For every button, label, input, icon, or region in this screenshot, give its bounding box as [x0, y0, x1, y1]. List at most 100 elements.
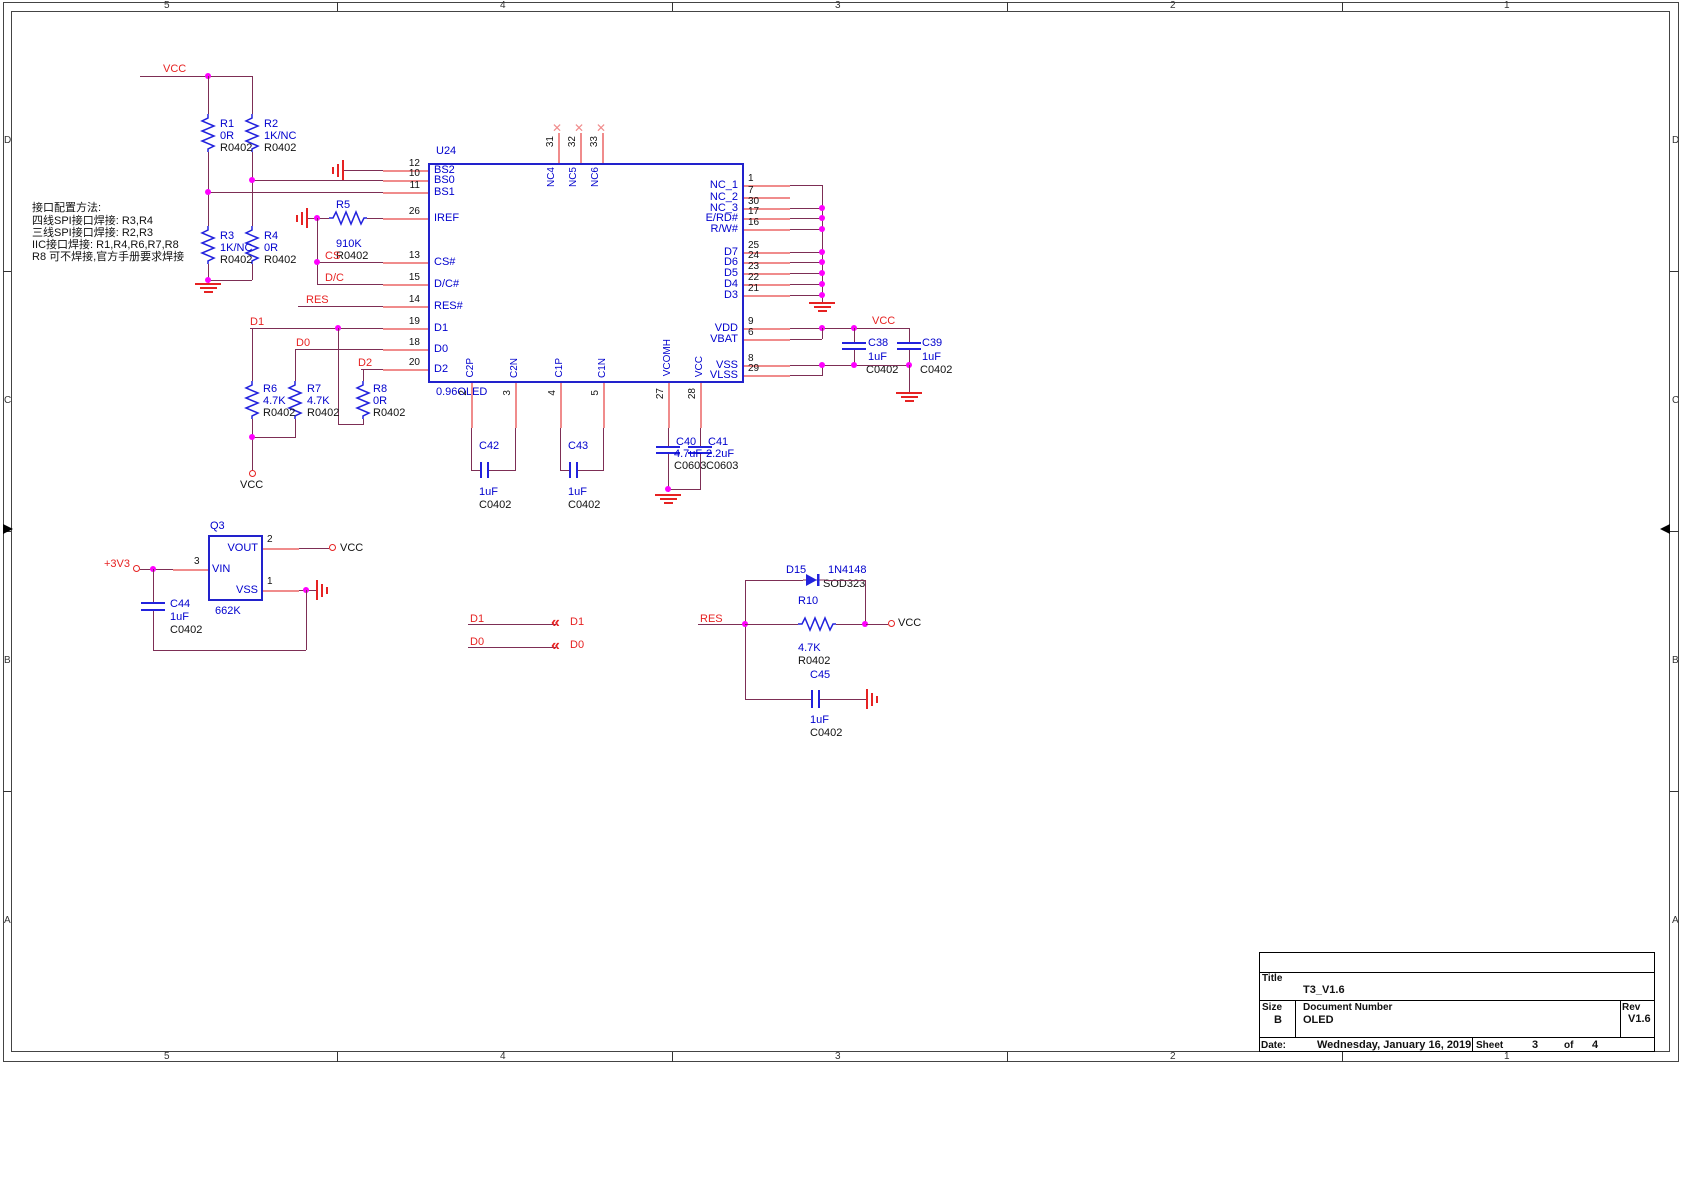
title-block-line — [1620, 1000, 1621, 1037]
zone-label: B — [1672, 656, 1679, 666]
wire — [790, 252, 822, 253]
titleblock-of-label: of — [1564, 1040, 1573, 1051]
pin — [383, 328, 428, 330]
zone-label: B — [4, 656, 11, 666]
zone-label: A — [1672, 916, 1679, 926]
part-footprint: C0402 — [479, 499, 511, 511]
net-label-d1: D1 — [250, 316, 264, 328]
pin — [558, 133, 560, 163]
part-ref: R7 — [307, 383, 321, 395]
wire — [745, 624, 798, 625]
zone-label: 2 — [1170, 1052, 1176, 1062]
note-line: R8 可不焊接,官方手册要求焊接 — [32, 251, 184, 263]
pin-number: 20 — [384, 357, 420, 368]
wire — [208, 192, 383, 193]
ground-icon — [337, 164, 339, 177]
part-value: 910K — [336, 238, 362, 250]
ground-icon — [814, 306, 831, 308]
ground-icon — [901, 396, 918, 398]
offpage-connector-icon: « — [551, 638, 560, 654]
wire — [153, 650, 306, 651]
junction-dot — [249, 177, 255, 183]
wire — [790, 339, 822, 340]
part-value: 1uF — [170, 611, 189, 623]
pin — [173, 569, 208, 571]
wire — [790, 295, 822, 296]
pin-name: NC6 — [590, 167, 601, 187]
net-label-cs: CS — [325, 250, 340, 262]
pin — [383, 349, 428, 351]
titleblock-sheet-number: 3 — [1532, 1039, 1538, 1051]
part-ref: R3 — [220, 230, 234, 242]
titleblock-date-label: Date: — [1261, 1040, 1286, 1051]
pin-number: 24 — [748, 250, 759, 261]
frame-inner-border — [11, 11, 1670, 1052]
pin — [744, 339, 790, 341]
net-label-3v3: +3V3 — [104, 558, 130, 570]
part-value: 1uF — [810, 714, 829, 726]
zone-tick — [3, 271, 11, 272]
note-line: 四线SPI接口焊接: R3,R4 — [32, 215, 153, 227]
part-ref: R4 — [264, 230, 278, 242]
center-arrow-icon — [1660, 524, 1670, 534]
ground-icon — [326, 587, 328, 594]
wire — [252, 152, 253, 226]
wire — [367, 218, 383, 219]
ground-icon — [871, 693, 873, 706]
part-value: 1N4148 — [828, 564, 867, 576]
wire — [140, 76, 253, 77]
wire — [298, 306, 383, 307]
part-footprint: R0402 — [264, 254, 296, 266]
pin-name: VSS — [212, 584, 258, 596]
part-ref: R5 — [336, 199, 350, 211]
pin — [383, 306, 428, 308]
title-block-line — [1472, 1037, 1473, 1052]
part-ref: R6 — [263, 383, 277, 395]
pin-name: BS1 — [434, 186, 455, 198]
wire — [208, 280, 252, 281]
offpage-connector-icon: « — [551, 615, 560, 631]
pin-number: 2 — [458, 390, 469, 396]
wire — [515, 428, 516, 470]
wire — [700, 428, 701, 446]
titleblock-size-label: Size — [1262, 1002, 1282, 1013]
pin — [744, 295, 790, 297]
pin-name: R/W# — [636, 223, 738, 235]
part-footprint: R0402 — [220, 254, 252, 266]
pin-name: NC5 — [568, 167, 579, 187]
zone-label: 4 — [500, 1052, 506, 1062]
titleblock-docnum-label: Document Number — [1303, 1002, 1392, 1013]
wire — [317, 262, 383, 263]
pin-name: VBAT — [636, 333, 738, 345]
pin-name: RES# — [434, 300, 463, 312]
wire — [363, 369, 364, 381]
wire — [865, 580, 866, 624]
wire — [252, 419, 253, 471]
resistor-body — [244, 381, 260, 419]
ground-icon — [896, 392, 922, 394]
pin-number: 10 — [384, 168, 420, 179]
part-value: 4.7K — [263, 395, 286, 407]
junction-dot — [205, 189, 211, 195]
zone-tick — [1670, 791, 1679, 792]
resistor-body — [200, 226, 216, 264]
part-value: 0R — [220, 130, 234, 142]
pin — [560, 383, 562, 428]
pin — [668, 383, 670, 428]
resistor-body — [329, 210, 367, 226]
pin-name: VLSS — [636, 369, 738, 381]
pin-name: CS# — [434, 256, 455, 268]
pin — [383, 218, 428, 220]
junction-dot — [819, 362, 825, 368]
part-value: 1uF — [568, 486, 587, 498]
ground-icon — [866, 689, 868, 709]
ground-icon — [660, 498, 677, 500]
part-footprint: C0603 — [674, 460, 706, 472]
pin — [603, 383, 605, 428]
part-ref: C44 — [170, 598, 190, 610]
pin-name: NC4 — [546, 167, 557, 187]
pin-name: C1N — [597, 358, 608, 378]
net-label-vcc: VCC — [240, 479, 263, 491]
zone-label: 2 — [1170, 1, 1176, 11]
wire — [153, 611, 154, 650]
